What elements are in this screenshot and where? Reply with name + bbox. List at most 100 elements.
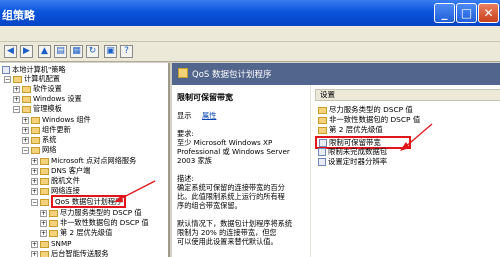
tree-item[interactable]: + Windows 设置 [13,94,82,103]
close-button[interactable]: ✕ [478,3,499,23]
expand-icon[interactable]: + [22,126,29,134]
collapse-icon[interactable]: − [22,146,29,154]
settings-list: 设置 尽力服务类型的 DSCP 值非一致性数据包的 DSCP 值第 2 层优先级… [310,85,500,257]
tree-item[interactable]: − 管理模板 [13,104,62,113]
column-header-setting[interactable]: 设置 [315,89,500,101]
requirements-label: 要求: [177,129,194,138]
list-item-label: 限制未完成数据包 [328,147,388,156]
tree-item[interactable]: + Microsoft 点对点网络服务 [31,156,136,165]
tree-item[interactable]: − 计算机配置 [4,74,60,83]
expand-icon[interactable]: + [13,85,20,93]
forward-icon[interactable]: ▶ [20,45,33,58]
folder-icon [40,187,49,195]
expand-icon[interactable]: + [31,187,38,195]
list-item-label: 设置定时器分辨率 [328,157,388,166]
console-tree: 本地计算机"策略 − 计算机配置 + 软件设置 + Windows 设置 − 管理模板 + Wind… [0,63,170,257]
tree-item-label: 管理模板 [33,104,62,113]
folder-icon [40,240,49,248]
expand-icon[interactable]: + [40,219,47,227]
requirements-line: 至少 Microsoft Windows XP [177,138,273,147]
description-label: 描述: [177,174,194,183]
description-panel: 限制可保留带宽 显示 属性 要求: 至少 Microsoft Windows X… [172,85,310,257]
requirements-line: 2003 家族 [177,156,212,165]
requirements-line: Professional 或 Windows Server [177,147,290,156]
maximize-button[interactable]: □ [456,3,477,23]
tree-item[interactable]: + Windows 组件 [22,115,91,124]
computer-icon [2,66,10,74]
default-line: 限制为 20% 的连接带宽，但您 [177,228,277,237]
up-icon[interactable]: ▲ [38,45,51,58]
folder-icon [49,219,58,227]
folder-icon [318,106,327,114]
expand-icon[interactable]: + [31,177,38,185]
expand-icon[interactable]: + [40,229,47,237]
minimize-button[interactable]: _ [434,3,455,23]
tree-item[interactable]: + SNMP [31,239,71,248]
tree-item[interactable]: + 后台智能传送服务 [31,249,109,257]
list-item[interactable]: 第 2 层优先级值 [318,125,383,134]
folder-icon [31,126,40,134]
tree-item[interactable]: + 尽力服务类型的 DSCP 值 [40,208,142,217]
setting-name: 限制可保留带宽 [177,93,233,102]
default-line: 默认情况下，数据包计划程序将系统 [177,219,293,228]
title-bar: 组策略 _ □ ✕ [0,0,500,26]
policy-icon [319,139,327,147]
help-icon[interactable]: ? [120,45,133,58]
list-item[interactable]: 限制未完成数据包 [318,147,387,156]
folder-icon [49,209,58,217]
expand-icon[interactable]: + [22,136,29,144]
folder-icon [49,229,58,237]
tree-item[interactable]: + 软件设置 [13,84,62,93]
refresh-icon[interactable]: ↻ [86,45,99,58]
show-tree-icon[interactable]: ▤ [54,45,67,58]
tree-item[interactable]: + 第 2 层优先级值 [40,228,112,237]
expand-icon[interactable]: + [22,116,29,124]
folder-icon [13,75,22,83]
tree-item[interactable]: − 网络 [22,145,56,154]
tree-item[interactable]: 本地计算机"策略 [2,65,66,74]
properties-link[interactable]: 属性 [202,111,216,120]
annotation-arrow [114,180,156,202]
annotation-arrow [400,123,433,151]
list-item[interactable]: 设置定时器分辨率 [318,157,387,166]
tree-item-label: 尽力服务类型的 DSCP 值 [60,208,142,217]
tree-item-label: 系统 [42,135,57,144]
default-line: 可以使用此设置来替代默认值。 [177,237,278,246]
folder-icon [40,157,49,165]
properties-icon[interactable]: ▦ [70,45,83,58]
tree-item-label: Windows 设置 [33,94,82,103]
tree-item[interactable]: + 网络连接 [31,186,80,195]
folder-icon [31,146,40,154]
description-line: 比。此值限制系统上运行的所有程 [177,192,285,201]
collapse-icon[interactable]: − [4,75,11,83]
collapse-icon[interactable]: − [13,105,20,113]
expand-icon[interactable]: + [40,209,47,217]
tree-item-label: 软件设置 [33,84,62,93]
expand-icon[interactable]: + [31,167,38,175]
tree-item-label: 计算机配置 [24,74,60,83]
policy-icon [318,148,326,156]
expand-icon[interactable]: + [31,157,38,165]
folder-icon [31,136,40,144]
folder-icon [318,126,327,134]
expand-icon[interactable]: + [31,250,38,257]
back-icon[interactable]: ◀ [4,45,17,58]
tree-item-label: Microsoft 点对点网络服务 [51,156,137,165]
tree-item[interactable]: + 脱机文件 [31,176,80,185]
tree-item-label: 脱机文件 [51,176,80,185]
tree-item[interactable]: + 组件更新 [22,125,71,134]
tree-item[interactable]: + 非一致性数据包的 DSCP 值 [40,218,149,227]
collapse-icon[interactable]: − [31,198,38,206]
folder-icon [31,116,40,124]
list-item-label: 限制可保留带宽 [329,138,381,147]
tree-item[interactable]: + DNS 客户端 [31,166,90,175]
export-icon[interactable]: ▣ [104,45,117,58]
tree-item-label: SNMP [51,239,72,248]
pane-title: QoS 数据包计划程序 [192,70,272,80]
list-item[interactable]: 尽力服务类型的 DSCP 值 [318,105,413,114]
list-item-label: 第 2 层优先级值 [329,125,383,134]
expand-icon[interactable]: + [31,240,38,248]
toolbar: ◀ ▶ ▲ ▤ ▦ ↻ ▣ ? [0,42,500,62]
expand-icon[interactable]: + [13,95,20,103]
tree-item[interactable]: + 系统 [22,135,56,144]
